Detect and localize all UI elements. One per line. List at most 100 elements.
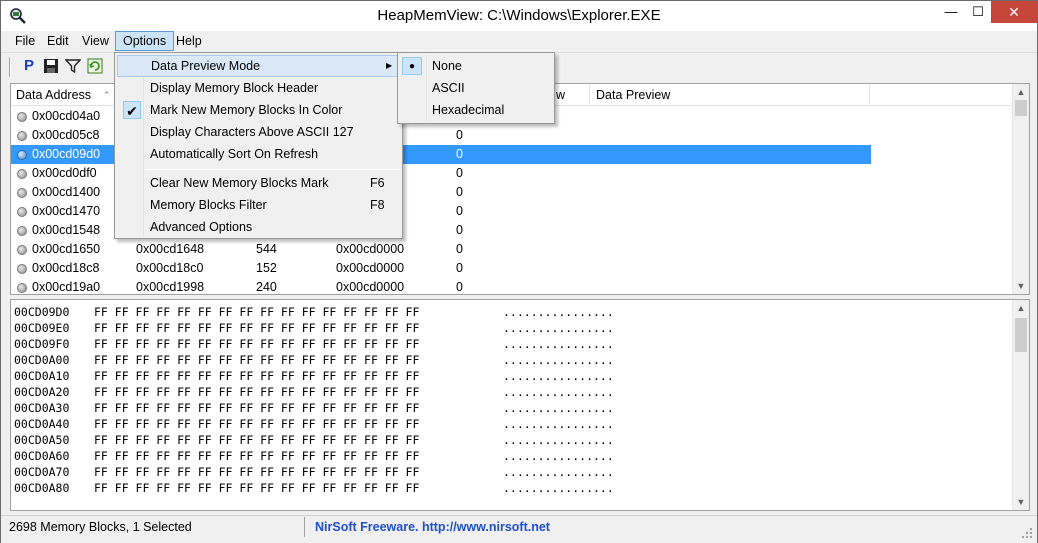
submenu-item-none[interactable]: ● None: [400, 55, 552, 77]
status-block-count: 2698 Memory Blocks, 1 Selected: [9, 517, 305, 537]
title-bar[interactable]: HeapMemView: C:\Windows\Explorer.EXE — ☐…: [1, 1, 1037, 31]
menu-item-display-memory-block-header[interactable]: Display Memory Block Header: [117, 77, 400, 99]
maximize-button[interactable]: ☐: [965, 1, 991, 23]
row-address: 0x00cd0df0: [32, 166, 97, 180]
save-icon[interactable]: [41, 56, 61, 76]
row-address: 0x00cd05c8: [32, 128, 100, 142]
hex-address: 00CD0A80: [14, 481, 70, 495]
menu-item-label: Automatically Sort On Refresh: [150, 147, 319, 161]
block-status-icon: [17, 283, 27, 293]
menu-item-memory-blocks-filter[interactable]: Memory Blocks Filter F8: [117, 194, 400, 216]
data-preview-mode-submenu: ● None ASCII Hexadecimal: [397, 52, 555, 124]
block-status-icon: [17, 245, 27, 255]
close-button[interactable]: ✕: [991, 1, 1037, 23]
menu-options[interactable]: Options: [115, 31, 175, 51]
row-address: 0x00cd1400: [32, 185, 101, 199]
hex-bytes: FF FF FF FF FF FF FF FF FF FF FF FF FF F…: [94, 417, 420, 431]
menu-item-label: Memory Blocks Filter: [150, 198, 267, 212]
row-flag: 0: [456, 166, 463, 180]
hex-ascii: ................: [503, 465, 614, 479]
refresh-icon[interactable]: [85, 56, 105, 76]
options-menu: Data Preview Mode ▶ Display Memory Block…: [114, 52, 403, 239]
table-row[interactable]: 0x00cd18c8 0x00cd18c0 152 0x00cd0000 0: [11, 259, 871, 278]
row-flag: 0: [456, 204, 463, 218]
menu-file[interactable]: File: [8, 31, 42, 51]
hex-ascii: ................: [503, 337, 614, 351]
hex-address: 00CD0A30: [14, 401, 70, 415]
row-size: 152: [256, 261, 277, 275]
app-window: HeapMemView: C:\Windows\Explorer.EXE — ☐…: [0, 0, 1038, 543]
menu-view[interactable]: View: [75, 31, 116, 51]
hex-bytes: FF FF FF FF FF FF FF FF FF FF FF FF FF F…: [94, 449, 420, 463]
menu-item-data-preview-mode[interactable]: Data Preview Mode ▶: [117, 55, 400, 77]
scroll-thumb[interactable]: [1015, 318, 1027, 352]
scroll-thumb[interactable]: [1015, 100, 1027, 116]
hex-ascii: ................: [503, 449, 614, 463]
row-flag: 0: [456, 147, 463, 161]
hex-bytes: FF FF FF FF FF FF FF FF FF FF FF FF FF F…: [94, 385, 420, 399]
menu-help[interactable]: Help: [169, 31, 209, 51]
list-vertical-scrollbar[interactable]: ▲ ▼: [1012, 84, 1029, 294]
properties-icon[interactable]: P: [19, 56, 39, 76]
hex-address: 00CD0A70: [14, 465, 70, 479]
row-flag: 0: [456, 128, 463, 142]
hex-ascii: ................: [503, 321, 614, 335]
menu-item-shortcut: F6: [370, 176, 385, 190]
submenu-item-label: None: [432, 59, 462, 73]
submenu-arrow-icon: ▶: [386, 61, 393, 70]
scroll-up-arrow-icon[interactable]: ▲: [1013, 84, 1029, 100]
filter-icon[interactable]: [63, 56, 83, 76]
row-address: 0x00cd1470: [32, 204, 101, 218]
minimize-button[interactable]: —: [937, 1, 965, 23]
block-status-icon: [17, 188, 27, 198]
submenu-item-hexadecimal[interactable]: Hexadecimal: [400, 99, 552, 121]
column-data-address-label: Data Address: [16, 88, 92, 102]
submenu-item-ascii[interactable]: ASCII: [400, 77, 552, 99]
menu-item-mark-new-memory-blocks[interactable]: ✔ Mark New Memory Blocks In Color: [117, 99, 400, 121]
block-status-icon: [17, 226, 27, 236]
menu-edit[interactable]: Edit: [40, 31, 76, 51]
menu-item-shortcut: F8: [370, 198, 385, 212]
menu-item-advanced-options[interactable]: Advanced Options: [117, 216, 400, 238]
block-status-icon: [17, 264, 27, 274]
hex-bytes: FF FF FF FF FF FF FF FF FF FF FF FF FF F…: [94, 433, 420, 447]
scroll-up-arrow-icon[interactable]: ▲: [1013, 300, 1029, 316]
hex-ascii: ................: [503, 433, 614, 447]
hex-ascii: ................: [503, 481, 614, 495]
hex-ascii: ................: [503, 305, 614, 319]
menu-item-label: Data Preview Mode: [151, 59, 261, 73]
hex-bytes: FF FF FF FF FF FF FF FF FF FF FF FF FF F…: [94, 401, 420, 415]
sort-ascending-icon: ⌃: [103, 90, 111, 100]
column-data-preview[interactable]: Data Preview: [591, 84, 870, 106]
row-size: 240: [256, 280, 277, 294]
menu-bar: File Edit View Options Help: [1, 31, 1037, 51]
hex-address: 00CD0A20: [14, 385, 70, 399]
toolbar-separator: [9, 57, 11, 77]
column-data-address[interactable]: Data Address ⌃: [11, 84, 115, 106]
hex-ascii: ................: [503, 369, 614, 383]
menu-item-auto-sort-on-refresh[interactable]: Automatically Sort On Refresh: [117, 143, 400, 165]
menu-item-clear-new-blocks-mark[interactable]: Clear New Memory Blocks Mark F6: [117, 172, 400, 194]
table-row[interactable]: 0x00cd19a0 0x00cd1998 240 0x00cd0000 0: [11, 278, 871, 297]
hex-ascii: ................: [503, 353, 614, 367]
scroll-down-arrow-icon[interactable]: ▼: [1013, 494, 1029, 510]
hex-address: 00CD0A60: [14, 449, 70, 463]
nirsoft-link[interactable]: NirSoft Freeware. http://www.nirsoft.net: [315, 517, 550, 537]
hex-address: 00CD0A50: [14, 433, 70, 447]
row-address: 0x00cd18c8: [32, 261, 100, 275]
hex-dump-pane[interactable]: 00CD09D0 FF FF FF FF FF FF FF FF FF FF FF…: [10, 299, 1030, 511]
row-flag: 0: [456, 280, 463, 294]
window-title: HeapMemView: C:\Windows\Explorer.EXE: [377, 7, 661, 24]
status-bar: 2698 Memory Blocks, 1 Selected NirSoft F…: [1, 515, 1037, 543]
hex-address: 00CD09D0: [14, 305, 70, 319]
menu-item-label: Display Characters Above ASCII 127: [150, 125, 354, 139]
hex-bytes: FF FF FF FF FF FF FF FF FF FF FF FF FF F…: [94, 465, 420, 479]
hex-bytes: FF FF FF FF FF FF FF FF FF FF FF FF FF F…: [94, 305, 420, 319]
menu-item-display-characters-above-127[interactable]: Display Characters Above ASCII 127: [117, 121, 400, 143]
scroll-down-arrow-icon[interactable]: ▼: [1013, 278, 1029, 294]
row-flag: 0: [456, 242, 463, 256]
resize-grip-icon[interactable]: [1021, 527, 1033, 539]
table-row[interactable]: 0x00cd1650 0x00cd1648 544 0x00cd0000 0: [11, 240, 871, 259]
row-address: 0x00cd1650: [32, 242, 101, 256]
hex-vertical-scrollbar[interactable]: ▲ ▼: [1012, 300, 1029, 510]
